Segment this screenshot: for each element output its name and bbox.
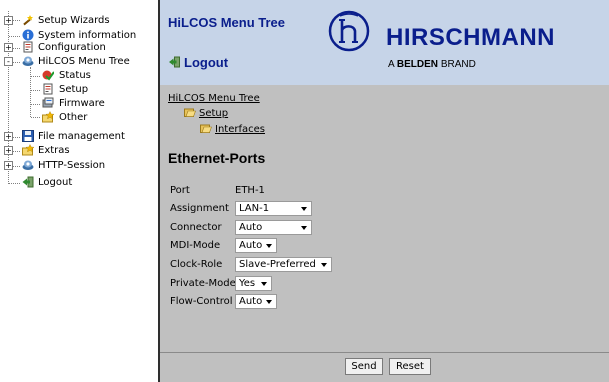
collapse-icon[interactable]: - [4,57,13,66]
flow-control-select[interactable]: Auto [235,294,277,309]
clock-role-label: Clock-Role [170,259,223,270]
mdi-mode-select[interactable]: Auto [235,238,277,253]
tree-item-setup-wizards[interactable]: + Setup Wizards [0,14,150,27]
header-banner: HiLCOS Menu Tree Logout HIRSCHMANN A BEL… [160,0,609,85]
tree-item-hilcos-menu-tree[interactable]: - HiLCOS Menu Tree [0,55,150,68]
breadcrumb-label: Setup [199,108,229,119]
private-mode-select[interactable]: Yes [235,276,272,291]
send-button[interactable]: Send [345,358,383,375]
assignment-value: LAN-1 [239,203,270,214]
hirschmann-logo-icon [328,10,370,52]
network-icon [22,56,34,66]
brand-name: HIRSCHMANN [386,24,555,51]
reset-button[interactable]: Reset [389,358,431,375]
brand-tagline-belden: BELDEN [396,59,439,70]
logout-button[interactable]: Logout [168,55,228,70]
assignment-select[interactable]: LAN-1 [235,201,312,216]
tree-item-file-management[interactable]: + File management [0,130,150,143]
open-folder-icon [200,124,212,133]
tree-item-label: Extras [38,145,70,156]
tree-item-label: Other [59,112,88,123]
breadcrumb-root[interactable]: HiLCOS Menu Tree [168,93,260,104]
flow-control-label: Flow-Control [170,296,233,307]
tree-item-other[interactable]: Other [0,111,150,124]
logout-icon [169,56,180,68]
open-folder-icon [184,108,196,117]
private-mode-label: Private-Mode [170,278,236,289]
network-icon [22,160,34,170]
info-icon [22,29,34,41]
brand-tagline-suffix: BRAND [440,59,476,70]
logout-label: Logout [184,55,229,70]
flow-control-value: Auto [239,296,263,307]
dropdown-arrow-icon [266,244,272,248]
main-content: HiLCOS Menu Tree Setup Interfaces Ethern… [160,85,609,352]
page-title: Ethernet-Ports [168,150,266,166]
tree-item-extras[interactable]: + Extras [0,144,150,157]
tree-item-label: Setup [59,84,89,95]
port-label: Port [170,185,190,196]
dropdown-arrow-icon [261,282,267,286]
tree-item-label: File management [38,131,125,142]
logout-icon [22,176,34,188]
tree-item-label: Logout [38,177,73,188]
tree-item-firmware[interactable]: Firmware [0,97,150,110]
tree-item-label: Setup Wizards [38,15,110,26]
private-mode-value: Yes [239,278,256,289]
port-value: ETH-1 [235,185,265,196]
brand-tagline: A BELDEN BRAND [388,59,476,70]
tree-item-http-session[interactable]: + HTTP-Session [0,159,150,172]
tree-item-status[interactable]: Status [0,69,150,82]
connector-value: Auto [239,222,263,233]
floppy-disk-icon [22,130,34,142]
dropdown-arrow-icon [321,263,327,267]
mdi-mode-value: Auto [239,240,263,251]
dropdown-arrow-icon [266,300,272,304]
breadcrumb-label: Interfaces [215,124,265,135]
navigation-tree: + Setup Wizards System information + Con… [0,0,158,382]
mdi-mode-label: MDI-Mode [170,240,221,251]
tree-item-logout[interactable]: Logout [0,176,150,189]
expand-icon[interactable]: + [4,161,13,170]
wand-icon [23,15,33,26]
clock-role-select[interactable]: Slave-Preferred [235,257,332,272]
setup-document-icon [43,83,53,95]
tree-item-configuration[interactable]: + Configuration [0,41,150,54]
app-title: HiLCOS Menu Tree [168,15,286,30]
expand-icon[interactable]: + [4,146,13,155]
tree-item-label: Status [59,70,91,81]
expand-icon[interactable]: + [4,43,13,52]
connector-label: Connector [170,222,222,233]
expand-icon[interactable]: + [4,132,13,141]
status-icon [42,70,54,81]
config-document-icon [23,41,33,53]
assignment-label: Assignment [170,203,229,214]
tree-item-label: Firmware [59,98,105,109]
firmware-icon [42,97,54,108]
dropdown-arrow-icon [301,207,307,211]
breadcrumb-setup[interactable]: Setup [184,107,228,119]
star-folder-icon [42,111,54,123]
brand-tagline-prefix: A [388,59,395,70]
expand-icon[interactable]: + [4,16,13,25]
star-folder-icon [22,144,34,156]
dropdown-arrow-icon [301,226,307,230]
tree-item-label: HiLCOS Menu Tree [38,56,130,67]
tree-item-label: Configuration [38,42,106,53]
form-footer: Send Reset [160,352,609,382]
breadcrumb-interfaces[interactable]: Interfaces [200,123,265,135]
clock-role-value: Slave-Preferred [239,259,316,270]
connector-select[interactable]: Auto [235,220,312,235]
tree-item-setup[interactable]: Setup [0,83,150,96]
tree-item-label: HTTP-Session [38,160,106,171]
